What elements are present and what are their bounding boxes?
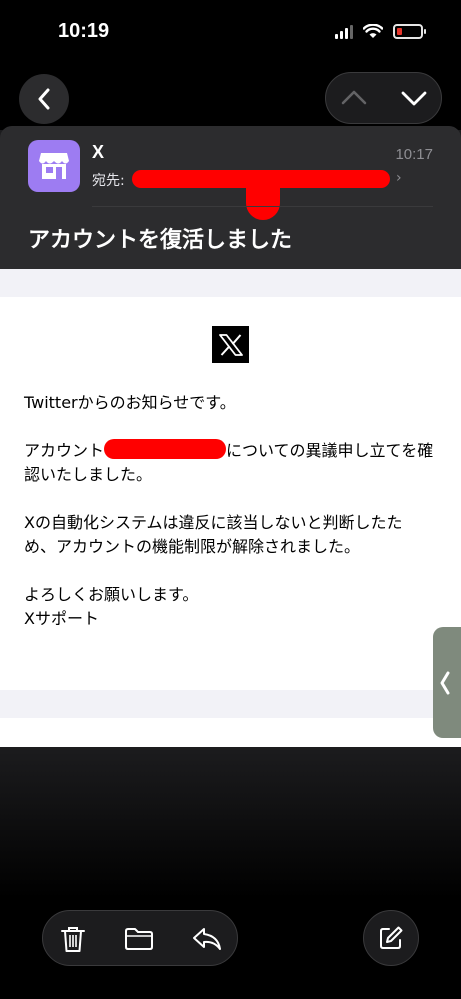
paragraph-signature: Xサポート [24, 609, 99, 628]
move-to-folder-button[interactable] [123, 923, 155, 955]
header-divider [92, 206, 433, 207]
status-time: 10:19 [58, 20, 110, 42]
next-message-button[interactable] [400, 85, 428, 115]
chevron-down-icon [401, 91, 427, 106]
top-navigation [0, 64, 461, 130]
to-label: 宛先: [92, 173, 125, 189]
paragraph-appeal: アカウント についての異議申し立てを確認いたしました。 [24, 439, 434, 487]
email-content: Twitterからのお知らせです。 アカウント についての異議申し立てを確認いたし… [24, 391, 434, 631]
reply-icon [193, 928, 221, 950]
x-logo-icon [212, 326, 249, 363]
appeal-text-start: アカウント [24, 441, 105, 460]
delete-button[interactable] [57, 923, 89, 955]
battery-icon [393, 24, 426, 39]
paragraph-result: Xの自動化システムは違反に該当しないと判断したため、アカウントの機能制限が解除さ… [24, 513, 403, 556]
reply-button[interactable] [191, 923, 223, 955]
chevron-left-icon [38, 88, 50, 110]
bottom-toolbar-area [0, 747, 461, 999]
storefront-icon [39, 153, 69, 179]
cellular-signal-icon [335, 24, 353, 39]
chevron-left-icon [440, 671, 450, 694]
compose-icon [380, 926, 403, 949]
mail-time: 10:17 [395, 146, 433, 163]
status-icons [335, 24, 426, 39]
folder-icon [125, 928, 153, 950]
redaction-inline-mark [104, 439, 227, 459]
paragraph-closing: よろしくお願いします。 [24, 585, 199, 604]
recipient-details-chevron-icon[interactable]: › [396, 170, 402, 186]
status-bar: 10:19 [0, 0, 461, 64]
mail-subject: アカウントを復活しました [28, 228, 293, 253]
sender-name[interactable]: X [92, 142, 104, 163]
sender-avatar[interactable] [28, 140, 80, 192]
body-top-band [0, 269, 461, 297]
x-letter-icon [218, 333, 243, 356]
mail-header: X 宛先: › 10:17 アカウントを復活しました [0, 126, 461, 269]
wifi-icon [363, 24, 383, 38]
trash-icon [61, 927, 85, 952]
chevron-up-icon [341, 90, 367, 105]
previous-message-button[interactable] [340, 85, 368, 115]
email-body: Twitterからのお知らせです。 アカウント についての異議申し立てを確認いたし… [0, 269, 461, 747]
back-button[interactable] [19, 74, 69, 124]
side-panel-handle[interactable] [433, 627, 461, 738]
toolbar-pill [42, 910, 238, 966]
paragraph-greeting: Twitterからのお知らせです。 [24, 393, 236, 412]
compose-button[interactable] [363, 910, 419, 966]
message-navigation-pill [325, 72, 442, 124]
redaction-mark-tail [246, 182, 280, 220]
body-bottom-band [0, 690, 461, 718]
